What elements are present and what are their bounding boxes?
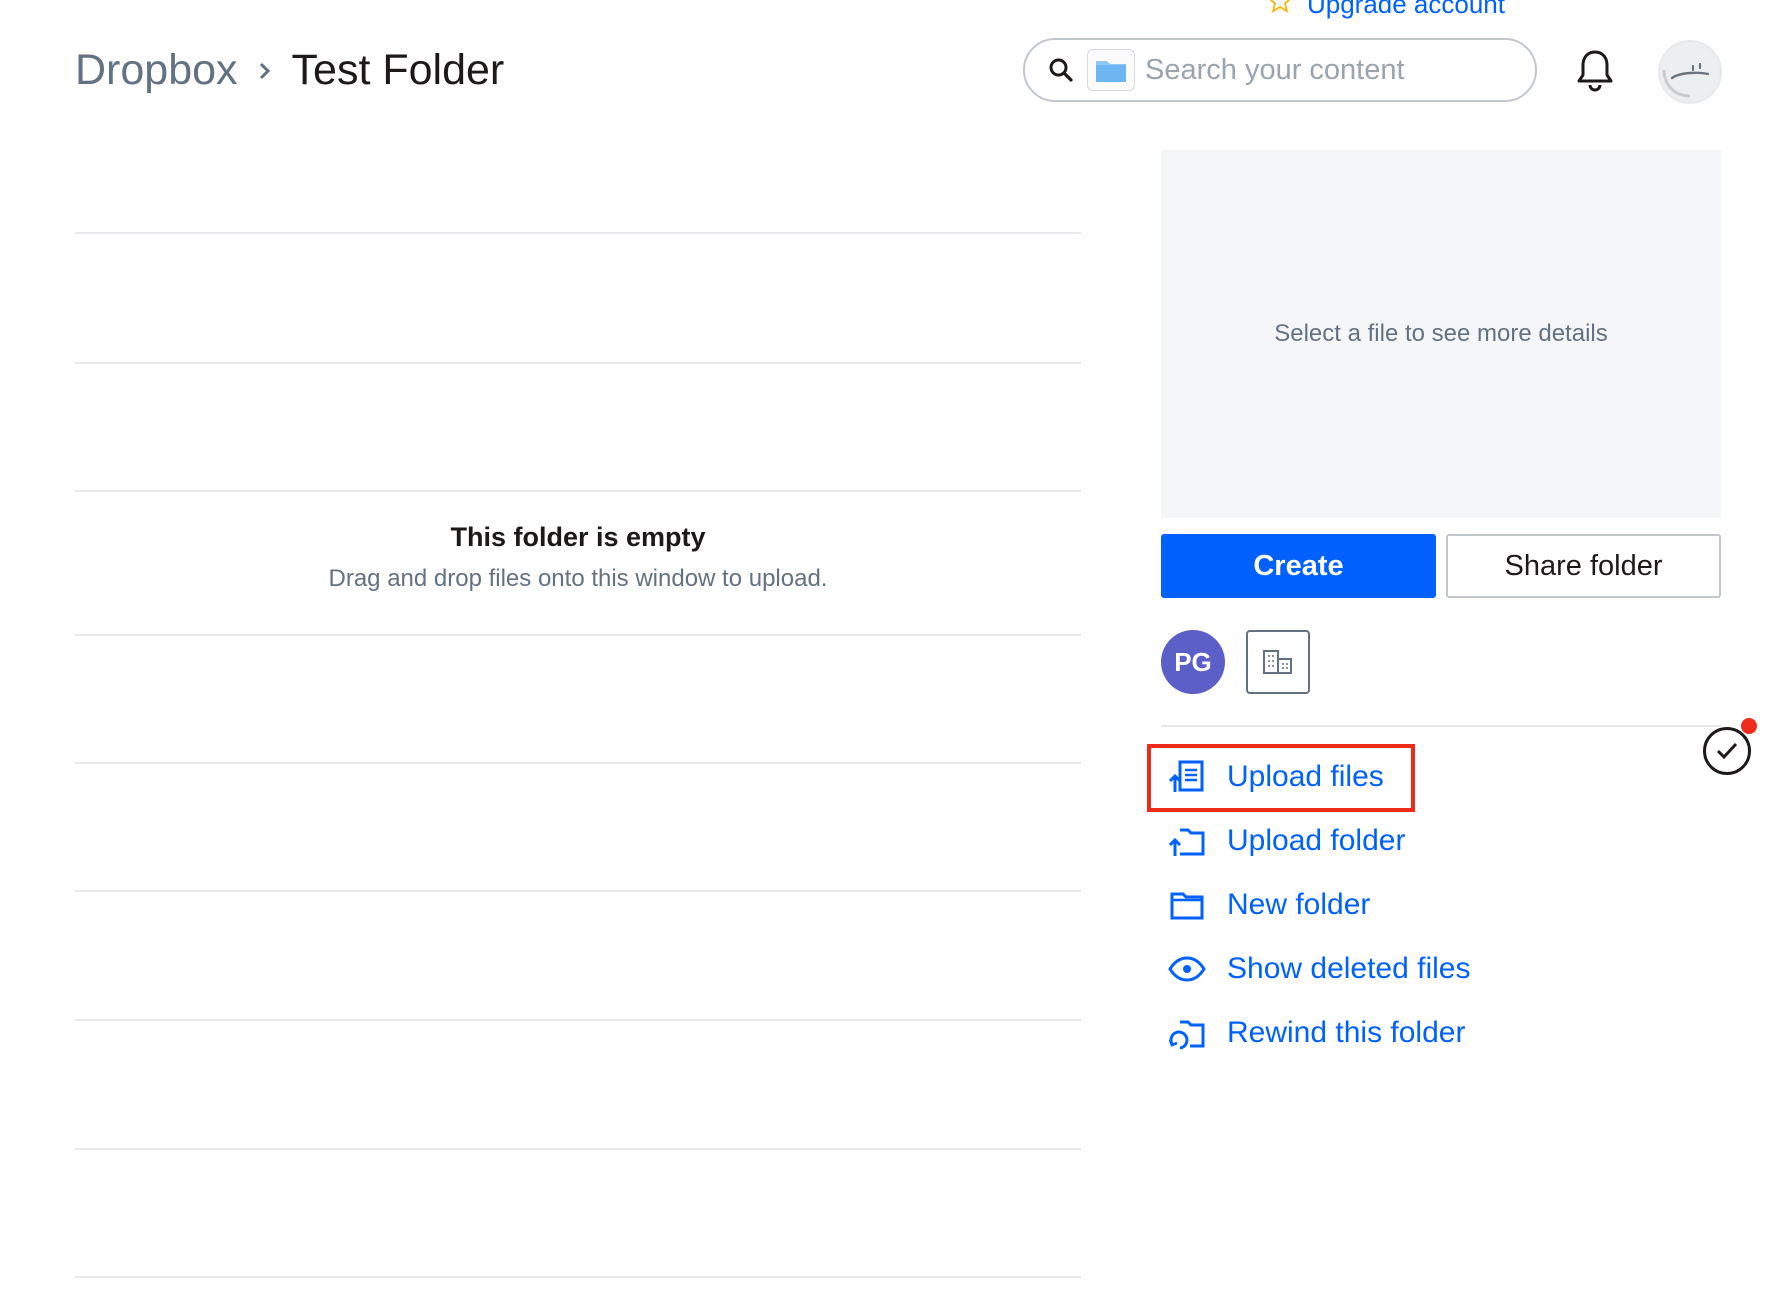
row-divider (75, 1019, 1081, 1021)
upgrade-account-label: Upgrade account (1306, 0, 1505, 19)
row-divider (75, 634, 1081, 636)
avatar[interactable] (1658, 40, 1722, 104)
folder-icon (1167, 885, 1207, 925)
folder-scope-icon[interactable] (1087, 49, 1135, 91)
share-folder-button[interactable]: Share folder (1446, 534, 1721, 598)
new-folder-action[interactable]: New folder (1167, 873, 1471, 937)
show-deleted-files-action[interactable]: Show deleted files (1167, 937, 1471, 1001)
chevron-right-icon (256, 60, 274, 82)
upload-files-action[interactable]: Upload files (1167, 745, 1471, 809)
team-building-icon[interactable] (1246, 630, 1310, 694)
eye-icon (1167, 949, 1207, 989)
row-divider (75, 490, 1081, 492)
checkmark-icon[interactable] (1703, 727, 1751, 775)
row-divider (75, 232, 1081, 234)
row-divider (75, 890, 1081, 892)
folder-actions-list: Upload files Upload folder New folder Sh… (1167, 745, 1471, 1065)
search-icon (1047, 56, 1075, 84)
notification-dot (1741, 718, 1757, 734)
sidebar-divider (1161, 725, 1721, 727)
rewind-folder-icon (1167, 1013, 1207, 1053)
empty-folder-subtitle: Drag and drop files onto this window to … (328, 565, 828, 592)
rewind-folder-label: Rewind this folder (1227, 1016, 1466, 1049)
search-input[interactable] (1145, 53, 1485, 87)
upgrade-account-link[interactable]: Upgrade account (1267, 0, 1505, 21)
show-deleted-files-label: Show deleted files (1227, 952, 1471, 985)
upload-file-icon (1167, 757, 1207, 797)
row-divider (75, 762, 1081, 764)
new-folder-label: New folder (1227, 888, 1371, 921)
bell-icon[interactable] (1574, 48, 1616, 94)
upload-folder-icon (1167, 821, 1207, 861)
breadcrumb-root[interactable]: Dropbox (75, 46, 238, 95)
row-divider (75, 1148, 1081, 1150)
row-divider (75, 1276, 1081, 1278)
details-panel: Select a file to see more details (1161, 150, 1721, 518)
upload-files-label: Upload files (1227, 760, 1384, 793)
empty-folder-message: This folder is empty Drag and drop files… (75, 522, 1081, 593)
rewind-folder-action[interactable]: Rewind this folder (1167, 1001, 1471, 1065)
member-avatar[interactable]: PG (1161, 630, 1225, 694)
create-button[interactable]: Create (1161, 534, 1436, 598)
star-icon (1267, 0, 1293, 21)
empty-folder-title: This folder is empty (450, 522, 706, 552)
upload-folder-label: Upload folder (1227, 824, 1406, 857)
member-initials: PG (1174, 646, 1212, 677)
row-divider (75, 362, 1081, 364)
breadcrumb: Dropbox Test Folder (75, 46, 504, 95)
page-title: Test Folder (291, 46, 505, 94)
search-bar[interactable] (1023, 38, 1537, 102)
upload-folder-action[interactable]: Upload folder (1167, 809, 1471, 873)
details-placeholder: Select a file to see more details (1274, 320, 1608, 347)
